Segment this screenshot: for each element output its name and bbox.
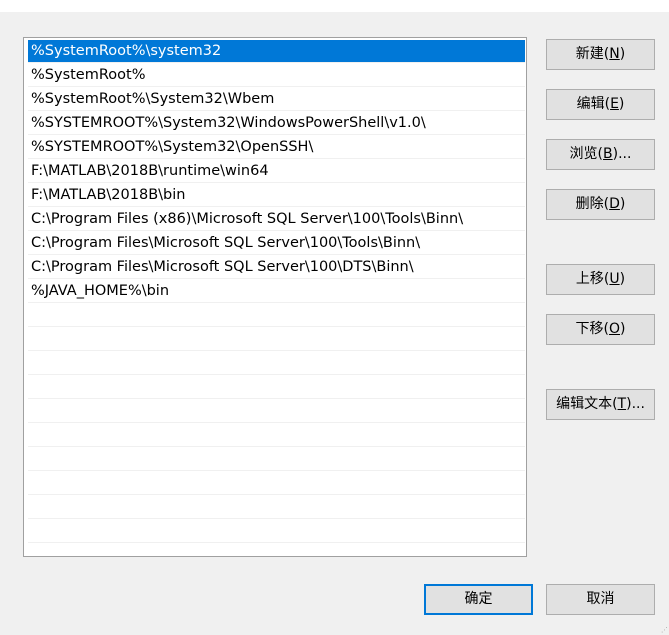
path-list-item[interactable]: %SYSTEMROOT%\System32\WindowsPowerShell\…: [28, 112, 525, 135]
edit-text-button-label: 编辑文本(: [556, 396, 618, 412]
path-list-item[interactable]: C:\Program Files\Microsoft SQL Server\10…: [28, 232, 525, 255]
move-down-button-label: 下移(: [575, 321, 609, 337]
edit-button-suffix: ): [618, 96, 625, 112]
path-list-empty-row[interactable]: [28, 448, 525, 471]
move-up-button-suffix: ): [619, 271, 626, 287]
path-list-item[interactable]: %SYSTEMROOT%\System32\OpenSSH\: [28, 136, 525, 159]
path-list-item[interactable]: %SystemRoot%: [28, 64, 525, 87]
new-button-label: 新建(: [575, 46, 610, 62]
cancel-button[interactable]: 取消: [546, 584, 655, 615]
new-button[interactable]: 新建(N): [546, 39, 655, 70]
path-list-item[interactable]: %SystemRoot%\System32\Wbem: [28, 88, 525, 111]
path-list-item[interactable]: %SystemRoot%\system32: [28, 40, 525, 63]
path-list-item[interactable]: F:\MATLAB\2018B\runtime\win64: [28, 160, 525, 183]
path-list-empty-row[interactable]: [28, 520, 525, 543]
move-down-button[interactable]: 下移(O): [546, 314, 655, 345]
delete-button-suffix: ): [619, 196, 626, 212]
path-list-empty-row[interactable]: [28, 376, 525, 399]
path-list-empty-row[interactable]: [28, 472, 525, 495]
move-up-button-accesskey: U: [609, 271, 620, 287]
resize-grip-icon[interactable]: ⋰: [661, 627, 668, 634]
browse-button-label: 浏览(: [569, 146, 604, 162]
move-down-button-accesskey: O: [608, 321, 621, 337]
path-list-empty-row[interactable]: [28, 352, 525, 375]
browse-button-accesskey: B: [603, 146, 613, 162]
move-up-button[interactable]: 上移(U): [546, 264, 655, 295]
new-button-suffix: ): [619, 46, 626, 62]
path-list-empty-row[interactable]: [28, 400, 525, 423]
edit-environment-variable-dialog: %SystemRoot%\system32 %SystemRoot% %System…: [0, 0, 669, 635]
path-list[interactable]: %SystemRoot%\system32 %SystemRoot% %System…: [23, 37, 527, 557]
path-list-item[interactable]: %JAVA_HOME%\bin: [28, 280, 525, 303]
edit-text-button-accesskey: T: [617, 396, 627, 412]
delete-button-accesskey: D: [609, 196, 620, 212]
path-list-empty-row[interactable]: [28, 304, 525, 327]
move-up-button-label: 上移(: [575, 271, 610, 287]
delete-button-label: 删除(: [575, 196, 610, 212]
browse-button[interactable]: 浏览(B)...: [546, 139, 655, 170]
path-list-empty-row[interactable]: [28, 424, 525, 447]
path-list-empty-row[interactable]: [28, 496, 525, 519]
move-down-button-suffix: ): [620, 321, 626, 337]
edit-text-button-suffix: )...: [626, 396, 645, 412]
browse-button-suffix: )...: [612, 146, 632, 162]
edit-text-button[interactable]: 编辑文本(T)...: [546, 389, 655, 420]
path-list-item[interactable]: F:\MATLAB\2018B\bin: [28, 184, 525, 207]
path-list-empty-row[interactable]: [28, 328, 525, 351]
edit-button-label: 编辑(: [576, 96, 611, 112]
title-area: [0, 0, 669, 12]
new-button-accesskey: N: [609, 46, 620, 62]
path-list-item[interactable]: C:\Program Files\Microsoft SQL Server\10…: [28, 256, 525, 279]
edit-button[interactable]: 编辑(E): [546, 89, 655, 120]
path-list-item[interactable]: C:\Program Files (x86)\Microsoft SQL Ser…: [28, 208, 525, 231]
ok-button[interactable]: 确定: [424, 584, 533, 615]
edit-button-accesskey: E: [610, 96, 619, 112]
delete-button[interactable]: 删除(D): [546, 189, 655, 220]
